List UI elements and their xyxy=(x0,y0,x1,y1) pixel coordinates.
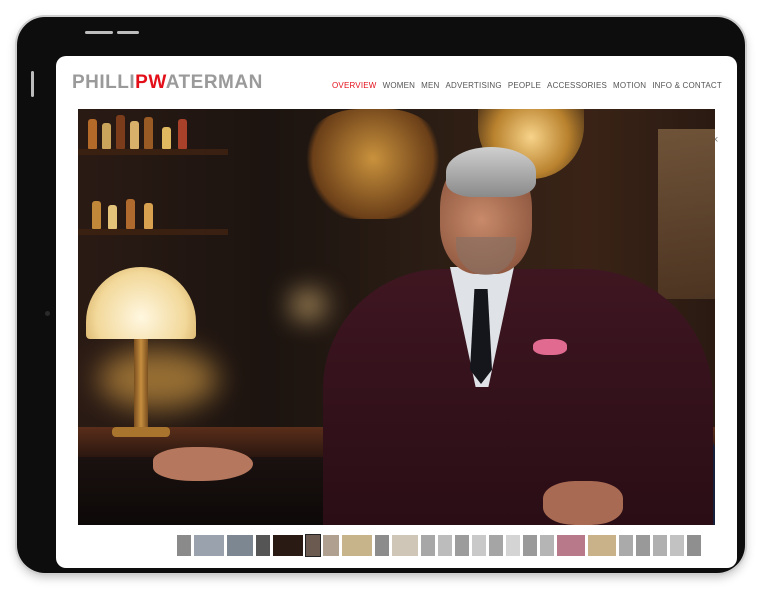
bottle xyxy=(108,205,117,229)
bottle xyxy=(102,123,111,149)
gallery-thumbnail[interactable] xyxy=(455,535,469,556)
gallery-thumbnail[interactable] xyxy=(619,535,633,556)
gallery-thumbnail[interactable] xyxy=(227,535,253,556)
tablet-top-button-secondary xyxy=(117,31,139,34)
gallery-thumbnail[interactable] xyxy=(194,535,224,556)
nav-women[interactable]: WOMEN xyxy=(383,81,416,90)
bottle xyxy=(88,119,97,149)
gallery-thumbnail[interactable] xyxy=(472,535,486,556)
bottle xyxy=(92,201,101,229)
man-hair xyxy=(446,147,536,197)
logo-text-accent: PW xyxy=(135,72,166,93)
glasses-glow xyxy=(98,349,218,409)
table-lamp-base xyxy=(112,427,170,437)
gallery-thumbnail[interactable] xyxy=(636,535,650,556)
gallery-thumbnail[interactable] xyxy=(540,535,554,556)
hero-photo[interactable] xyxy=(78,109,715,525)
tablet-side-button xyxy=(31,71,34,97)
bottle xyxy=(144,117,153,149)
gallery-thumbnail[interactable] xyxy=(687,535,701,556)
gallery-thumbnail[interactable] xyxy=(177,535,191,556)
tablet-frame: PHILLIPWATERMAN OVERVIEW WOMEN MEN ADVER… xyxy=(17,17,745,573)
gallery-thumbnail[interactable] xyxy=(256,535,270,556)
tablet-top-button xyxy=(85,31,113,34)
gallery-thumbnail[interactable] xyxy=(588,535,616,556)
gallery-thumbnail[interactable] xyxy=(489,535,503,556)
wall-painting xyxy=(658,129,715,299)
pocket-square xyxy=(533,339,567,355)
table-lamp-stem xyxy=(134,339,148,429)
gallery-thumbnail[interactable] xyxy=(506,535,520,556)
gallery-thumbnail[interactable] xyxy=(670,535,684,556)
gallery-thumbnail[interactable] xyxy=(323,535,339,556)
table-lamp-shade xyxy=(86,267,196,339)
gallery-thumbnail[interactable] xyxy=(273,535,303,556)
bottle xyxy=(178,119,187,149)
gallery-thumbnail[interactable] xyxy=(375,535,389,556)
nav-motion[interactable]: MOTION xyxy=(613,81,646,90)
gold-sculpture xyxy=(303,109,443,219)
gallery-thumbnail[interactable] xyxy=(557,535,585,556)
main-nav: OVERVIEW WOMEN MEN ADVERTISING PEOPLE AC… xyxy=(332,81,722,90)
bar-shelf xyxy=(78,229,228,235)
logo-text-end: ATERMAN xyxy=(165,72,263,93)
screen: PHILLIPWATERMAN OVERVIEW WOMEN MEN ADVER… xyxy=(56,56,737,568)
man-left-hand xyxy=(153,447,253,481)
bottle xyxy=(144,203,153,229)
gallery-thumbnail[interactable] xyxy=(421,535,435,556)
gallery-thumbnail[interactable] xyxy=(523,535,537,556)
gallery-thumbnail[interactable] xyxy=(342,535,372,556)
man-right-hand xyxy=(543,481,623,525)
camera-icon xyxy=(45,311,50,316)
site-logo[interactable]: PHILLIPWATERMAN xyxy=(72,72,263,94)
gallery-thumbnail[interactable] xyxy=(305,534,321,557)
gallery-thumbnail[interactable] xyxy=(392,535,418,556)
nav-overview[interactable]: OVERVIEW xyxy=(332,81,377,90)
bar-shelf xyxy=(78,149,228,155)
bottle xyxy=(162,127,171,149)
nav-men[interactable]: MEN xyxy=(421,81,439,90)
bottle xyxy=(126,199,135,229)
wall-light xyxy=(293,294,323,316)
nav-accessories[interactable]: ACCESSORIES xyxy=(547,81,607,90)
gallery-thumbnail[interactable] xyxy=(653,535,667,556)
thumbnail-strip xyxy=(177,534,701,557)
bottle xyxy=(130,121,139,149)
logo-text-start: PHILLI xyxy=(72,72,136,93)
gallery-thumbnail[interactable] xyxy=(438,535,452,556)
bottle xyxy=(116,115,125,149)
nav-people[interactable]: PEOPLE xyxy=(508,81,541,90)
nav-info-contact[interactable]: INFO & CONTACT xyxy=(652,81,722,90)
man-suit xyxy=(323,269,713,525)
nav-advertising[interactable]: ADVERTISING xyxy=(446,81,502,90)
